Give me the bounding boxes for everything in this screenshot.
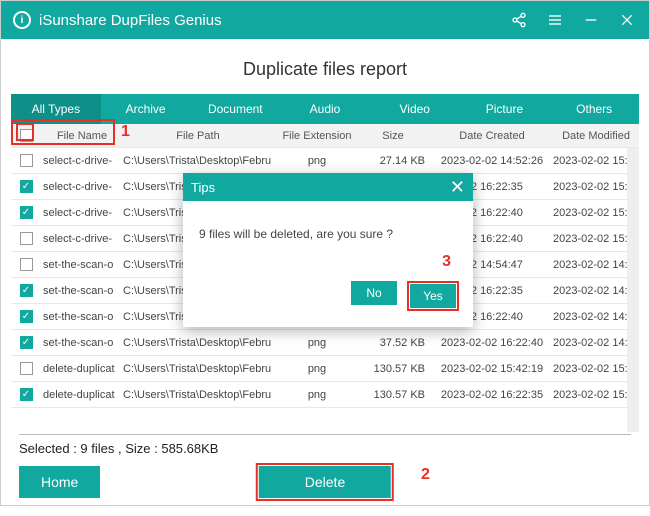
- cell-modified: 2023-02-02 15:51:3: [553, 233, 627, 245]
- col-file-ext[interactable]: File Extension: [273, 130, 361, 142]
- col-date-created[interactable]: Date Created: [431, 130, 553, 142]
- cell-modified: 2023-02-02 14:54:4: [553, 311, 627, 323]
- table-row[interactable]: delete-duplicatC:\Users\Trista\Desktop\F…: [11, 356, 627, 382]
- row-checkbox[interactable]: ✓: [20, 284, 33, 297]
- tab-video[interactable]: Video: [370, 94, 460, 124]
- cell-name: set-the-scan-o: [41, 311, 123, 323]
- annotation-3: 3: [442, 253, 451, 271]
- cell-ext: png: [273, 337, 361, 349]
- type-tabs: All TypesArchiveDocumentAudioVideoPictur…: [11, 94, 639, 124]
- row-checkbox[interactable]: [20, 362, 33, 375]
- row-checkbox[interactable]: ✓: [20, 388, 33, 401]
- cell-modified: 2023-02-02 14:54:4: [553, 337, 627, 349]
- menu-icon[interactable]: [545, 10, 565, 30]
- col-file-name[interactable]: File Name: [41, 130, 123, 142]
- delete-button[interactable]: Delete: [259, 466, 391, 498]
- cell-ext: png: [273, 155, 361, 167]
- cell-ext: png: [273, 363, 361, 375]
- cell-size: 130.57 KB: [361, 363, 431, 375]
- cell-modified: 2023-02-02 15:51:3: [553, 155, 627, 167]
- row-checkbox[interactable]: ✓: [20, 206, 33, 219]
- row-checkbox[interactable]: [20, 258, 33, 271]
- status-text: Selected : 9 files , Size : 585.68KB: [11, 437, 639, 456]
- cell-size: 130.57 KB: [361, 389, 431, 401]
- tab-archive[interactable]: Archive: [101, 94, 191, 124]
- cell-modified: 2023-02-02 15:51:3: [553, 207, 627, 219]
- close-icon[interactable]: [617, 10, 637, 30]
- cell-name: select-c-drive-: [41, 181, 123, 193]
- cell-created: 2023-02-02 15:42:19: [431, 363, 553, 375]
- share-icon[interactable]: [509, 10, 529, 30]
- row-checkbox[interactable]: ✓: [20, 180, 33, 193]
- cell-created: 2023-02-02 16:22:35: [431, 389, 553, 401]
- row-checkbox[interactable]: ✓: [20, 310, 33, 323]
- cell-created: 2023-02-02 16:22:40: [431, 337, 553, 349]
- cell-name: set-the-scan-o: [41, 337, 123, 349]
- row-checkbox[interactable]: [20, 232, 33, 245]
- cell-modified: 2023-02-02 15:52:2: [553, 363, 627, 375]
- dialog-message: 9 files will be deleted, are you sure ?: [183, 201, 473, 245]
- app-logo-icon: i: [13, 11, 31, 29]
- page-title: Duplicate files report: [11, 59, 639, 80]
- cell-modified: 2023-02-02 15:52:2: [553, 389, 627, 401]
- col-date-modified[interactable]: Date Modified: [553, 130, 639, 142]
- app-title: iSunshare DupFiles Genius: [39, 12, 509, 29]
- annotation-1: 1: [121, 123, 130, 141]
- minimize-icon[interactable]: [581, 10, 601, 30]
- col-file-path[interactable]: File Path: [123, 130, 273, 142]
- cell-size: 27.14 KB: [361, 155, 431, 167]
- tab-picture[interactable]: Picture: [460, 94, 550, 124]
- titlebar: i iSunshare DupFiles Genius: [1, 1, 649, 39]
- row-checkbox[interactable]: [20, 154, 33, 167]
- cell-path: C:\Users\Trista\Desktop\Febru: [123, 155, 273, 167]
- cell-path: C:\Users\Trista\Desktop\Febru: [123, 337, 273, 349]
- row-checkbox[interactable]: ✓: [20, 336, 33, 349]
- cell-created: 2023-02-02 14:52:26: [431, 155, 553, 167]
- confirm-dialog: Tips ✕ 9 files will be deleted, are you …: [183, 173, 473, 327]
- cell-name: set-the-scan-o: [41, 285, 123, 297]
- cell-name: select-c-drive-: [41, 155, 123, 167]
- table-row[interactable]: ✓ delete-duplicatC:\Users\Trista\Desktop\…: [11, 382, 627, 408]
- cell-modified: 2023-02-02 15:51:3: [553, 181, 627, 193]
- cell-name: select-c-drive-: [41, 207, 123, 219]
- cell-name: delete-duplicat: [41, 363, 123, 375]
- table-row[interactable]: ✓ set-the-scan-oC:\Users\Trista\Desktop\F…: [11, 330, 627, 356]
- tab-all-types[interactable]: All Types: [11, 94, 101, 124]
- check-all[interactable]: [20, 129, 33, 142]
- cell-ext: png: [273, 389, 361, 401]
- home-button[interactable]: Home: [19, 466, 100, 498]
- col-size[interactable]: Size: [361, 130, 431, 142]
- cell-name: set-the-scan-o: [41, 259, 123, 271]
- annotation-2: 2: [421, 466, 430, 484]
- yes-button[interactable]: Yes: [410, 284, 456, 308]
- dialog-close-icon[interactable]: ✕: [450, 177, 465, 198]
- cell-name: select-c-drive-: [41, 233, 123, 245]
- table-header: File Name File Path File Extension Size …: [11, 124, 639, 148]
- tab-audio[interactable]: Audio: [280, 94, 370, 124]
- tab-document[interactable]: Document: [190, 94, 280, 124]
- table-row[interactable]: select-c-drive-C:\Users\Trista\Desktop\F…: [11, 148, 627, 174]
- cell-path: C:\Users\Trista\Desktop\Febru: [123, 363, 273, 375]
- tab-others[interactable]: Others: [549, 94, 639, 124]
- cell-modified: 2023-02-02 14:54:4: [553, 259, 627, 271]
- cell-size: 37.52 KB: [361, 337, 431, 349]
- no-button[interactable]: No: [351, 281, 397, 305]
- dialog-title: Tips: [191, 180, 215, 195]
- cell-modified: 2023-02-02 14:54:4: [553, 285, 627, 297]
- scrollbar-thumb[interactable]: [627, 148, 639, 238]
- cell-name: delete-duplicat: [41, 389, 123, 401]
- cell-path: C:\Users\Trista\Desktop\Febru: [123, 389, 273, 401]
